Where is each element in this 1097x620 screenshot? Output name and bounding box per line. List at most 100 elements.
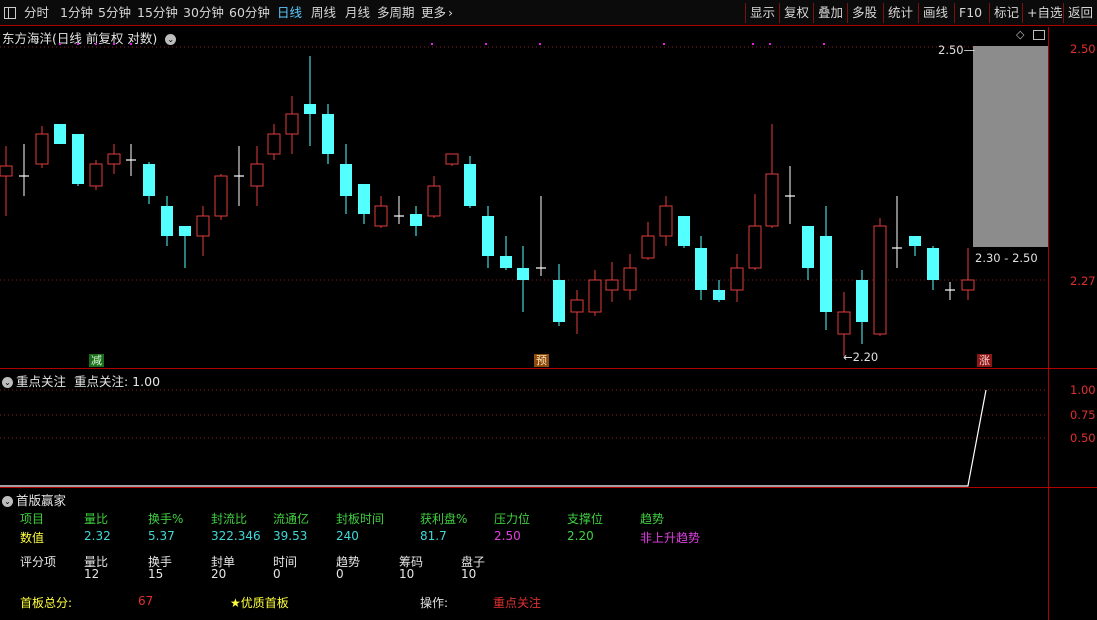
candle-body: [659, 205, 673, 237]
toolbar-button[interactable]: +自选: [1022, 3, 1062, 23]
candle-body: [820, 236, 832, 312]
score-value: 240: [336, 529, 359, 543]
toolbar-button[interactable]: 显示: [745, 3, 775, 23]
score-header: 趋势: [640, 512, 665, 526]
candle-body: [267, 133, 281, 155]
score-header: 压力位: [494, 512, 531, 526]
candle-body: [588, 279, 602, 313]
score-header: 流通亿: [273, 512, 310, 526]
window-toggle-icon[interactable]: [4, 7, 16, 19]
low-marker-label: ←2.20: [843, 350, 879, 364]
event-marker-dot: [431, 43, 433, 45]
price-range-label: 2.30 - 2.50: [975, 251, 1038, 265]
candle-body: [374, 205, 388, 227]
candle-body: [322, 114, 334, 154]
candle-body: [961, 279, 975, 291]
candle-body: [445, 153, 459, 165]
score-header: 获利盘%: [420, 512, 468, 526]
candle-body: [730, 267, 744, 291]
toolbar-button[interactable]: 标记: [989, 3, 1019, 23]
period-tab[interactable]: 分时: [24, 0, 49, 26]
score-header: 换手%: [148, 512, 184, 526]
candle-body: [0, 165, 13, 177]
event-marker-dot: [485, 43, 487, 45]
period-tab[interactable]: 更多: [421, 0, 446, 26]
period-tab[interactable]: 15分钟: [137, 0, 178, 26]
total-score-value: 67: [138, 594, 154, 608]
indicator-chart[interactable]: [0, 369, 1048, 487]
candle-body: [35, 133, 49, 165]
candlestick-chart[interactable]: [0, 27, 1048, 368]
score-header: 封板时间: [336, 512, 385, 526]
candle-body: [909, 236, 921, 246]
score-item-value: 12: [84, 567, 100, 581]
period-tab[interactable]: 30分钟: [183, 0, 224, 26]
toolbar-button[interactable]: 叠加: [813, 3, 843, 23]
tag-reduce[interactable]: 减: [89, 354, 104, 367]
candle-body: [482, 216, 494, 256]
period-tab[interactable]: 1分钟: [60, 0, 93, 26]
quality-badge: ★优质首板: [230, 596, 289, 610]
chevron-down-icon[interactable]: ⌄: [2, 496, 13, 507]
low-marker-value: 2.20: [852, 350, 879, 364]
tag-forecast[interactable]: 预: [534, 354, 549, 367]
candle-body: [873, 225, 887, 335]
score-value: 非上升趋势: [640, 531, 701, 545]
right-axis-divider: [1048, 27, 1049, 620]
candle-body: [553, 280, 565, 322]
candle-body: [641, 235, 655, 259]
candle-body: [856, 280, 868, 322]
candle-body: [517, 268, 529, 280]
event-marker-dot: [130, 43, 132, 45]
score-value: 322.346: [211, 529, 261, 543]
toolbar-button[interactable]: F10: [954, 3, 982, 23]
toolbar-button[interactable]: 多股: [847, 3, 877, 23]
score-value: 81.7: [420, 529, 447, 543]
score-item-value: 0: [336, 567, 344, 581]
candle-body: [802, 226, 814, 268]
toolbar-button[interactable]: 返回: [1063, 3, 1093, 23]
candle-body: [570, 299, 584, 313]
toolbar-button[interactable]: 画线: [918, 3, 948, 23]
score-header: 支撑位: [567, 512, 604, 526]
period-tab[interactable]: 5分钟: [98, 0, 131, 26]
tag-rise[interactable]: 涨: [977, 354, 992, 367]
candle-body: [765, 173, 779, 227]
indicator-axis-2: 0.75: [1070, 408, 1096, 422]
candle-body: [623, 267, 637, 291]
high-marker-value: 2.50: [938, 43, 964, 57]
candle-body: [358, 184, 370, 214]
event-marker-dot: [752, 43, 754, 45]
event-marker-dot: [95, 43, 97, 45]
operation-label: 操作:: [420, 596, 449, 610]
scoring-panel-title: ⌄ 首版赢家: [2, 490, 66, 509]
chevron-right-icon[interactable]: ›: [448, 0, 453, 26]
toolbar-button[interactable]: 统计: [883, 3, 913, 23]
panel-divider-2[interactable]: [0, 487, 1097, 488]
candle-body: [500, 256, 512, 268]
score-header: 项目: [20, 512, 45, 526]
event-marker-dot: [59, 43, 61, 45]
period-tab[interactable]: 日线: [277, 0, 302, 26]
candle-body: [464, 164, 476, 206]
toolbar-button[interactable]: 复权: [779, 3, 809, 23]
period-tab[interactable]: 60分钟: [229, 0, 270, 26]
indicator-axis-3: 0.50: [1070, 431, 1096, 445]
candle-body: [340, 164, 352, 196]
period-tab[interactable]: 周线: [311, 0, 336, 26]
score-value: 2.20: [567, 529, 594, 543]
event-marker-dot: [77, 43, 79, 45]
period-tab[interactable]: 多周期: [377, 0, 415, 26]
candle-body: [214, 175, 228, 217]
score-value: 2.50: [494, 529, 521, 543]
candle-body: [427, 185, 441, 217]
event-marker-dot: [113, 43, 115, 45]
price-axis-mid-label: 2.27: [1070, 274, 1096, 288]
price-axis-top-label: 2.50: [1070, 42, 1096, 56]
period-tab[interactable]: 月线: [345, 0, 370, 26]
score-item-value: 10: [399, 567, 415, 581]
score-item-value: 15: [148, 567, 164, 581]
score-item-value: 10: [461, 567, 477, 581]
candle-body: [927, 248, 939, 280]
candle-body: [143, 164, 155, 196]
